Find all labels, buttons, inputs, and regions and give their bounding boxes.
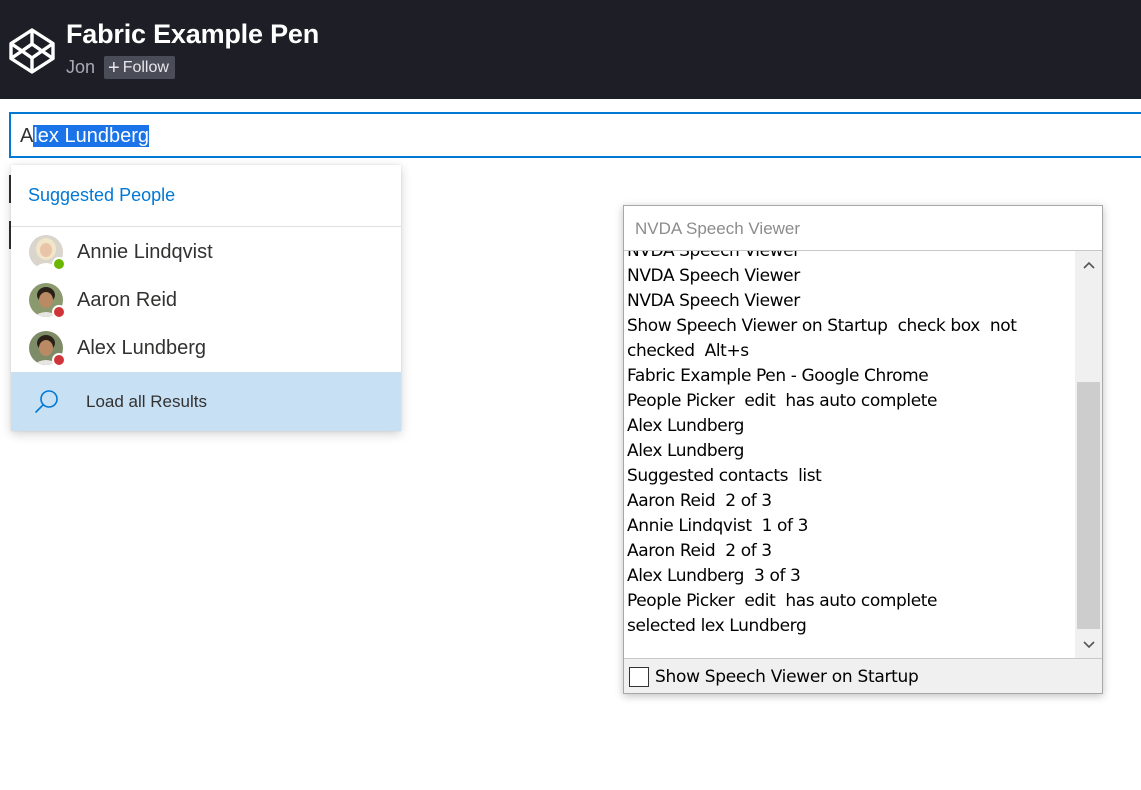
- log-line: People Picker edit has auto complete: [627, 391, 938, 411]
- log-line: Annie Lindqvist 1 of 3: [627, 516, 809, 536]
- picker-value-typed: A: [20, 125, 34, 147]
- app-header: Fabric Example Pen Jon + Follow: [0, 0, 1141, 99]
- divider: [11, 226, 401, 227]
- show-on-startup-checkbox[interactable]: [629, 667, 649, 687]
- scroll-thumb[interactable]: [1077, 382, 1100, 629]
- presence-busy-icon: [52, 353, 66, 367]
- log-line: Fabric Example Pen - Google Chrome: [627, 366, 929, 386]
- log-line: Alex Lundberg: [627, 441, 745, 461]
- window-titlebar[interactable]: NVDA Speech Viewer: [624, 206, 1102, 251]
- log-line: Aaron Reid 2 of 3: [627, 491, 772, 511]
- log-line: Alex Lundberg: [627, 416, 745, 436]
- speech-log[interactable]: NVDA Speech Viewer NVDA Speech Viewer NV…: [624, 251, 1102, 659]
- log-line: Alex Lundberg 3 of 3: [627, 566, 801, 586]
- log-line: Suggested contacts list: [627, 466, 822, 486]
- suggestion-item[interactable]: Aaron Reid: [11, 277, 401, 325]
- log-line: checked Alt+s: [627, 341, 749, 361]
- show-on-startup-label[interactable]: Show Speech Viewer on Startup: [655, 667, 919, 687]
- window-title: NVDA Speech Viewer: [635, 219, 801, 238]
- log-line: Aaron Reid 2 of 3: [627, 541, 772, 561]
- suggestion-item[interactable]: Alex Lundberg: [11, 325, 401, 373]
- log-line: Show Speech Viewer on Startup check box …: [627, 316, 1017, 336]
- picker-value: Alex Lundberg: [20, 125, 149, 148]
- load-all-results-button[interactable]: Load all Results: [11, 372, 401, 431]
- scroll-down-button[interactable]: [1075, 631, 1102, 658]
- search-icon: [35, 390, 58, 413]
- nvda-speech-viewer-window: NVDA Speech Viewer NVDA Speech Viewer NV…: [623, 205, 1103, 694]
- scroll-up-button[interactable]: [1075, 251, 1102, 279]
- suggestion-name: Aaron Reid: [77, 289, 178, 311]
- chevron-up-icon: [1082, 261, 1095, 269]
- load-all-results-label: Load all Results: [86, 392, 207, 411]
- picker-value-autocomplete-selection: lex Lundberg: [33, 125, 149, 147]
- people-picker-input[interactable]: Alex Lundberg: [9, 112, 1141, 158]
- log-line: NVDA Speech Viewer: [627, 251, 800, 261]
- speech-log-lines: NVDA Speech Viewer NVDA Speech Viewer NV…: [627, 251, 1072, 639]
- log-line: NVDA Speech Viewer: [627, 291, 800, 311]
- log-line: People Picker edit has auto complete: [627, 591, 938, 611]
- author-link[interactable]: Jon: [66, 57, 95, 78]
- suggestions-dropdown: Suggested People Annie Lindqvist Aaron R…: [11, 165, 401, 431]
- presence-online-icon: [52, 257, 66, 271]
- vertical-scrollbar[interactable]: [1075, 251, 1102, 658]
- log-line: selected lex Lundberg: [627, 616, 807, 636]
- chevron-down-icon: [1082, 641, 1095, 649]
- suggestion-name: Annie Lindqvist: [77, 241, 213, 263]
- startup-option: Show Speech Viewer on Startup: [629, 667, 919, 687]
- suggestion-item[interactable]: Annie Lindqvist: [11, 229, 401, 277]
- follow-label: Follow: [122, 59, 169, 76]
- suggestions-header: Suggested People: [28, 185, 176, 205]
- presence-busy-icon: [52, 305, 66, 319]
- follow-button[interactable]: + Follow: [104, 56, 175, 79]
- log-line: NVDA Speech Viewer: [627, 266, 800, 286]
- suggestion-name: Alex Lundberg: [77, 337, 206, 359]
- pen-title: Fabric Example Pen: [66, 19, 320, 49]
- codepen-logo-icon[interactable]: [8, 27, 56, 75]
- plus-icon: +: [108, 56, 120, 79]
